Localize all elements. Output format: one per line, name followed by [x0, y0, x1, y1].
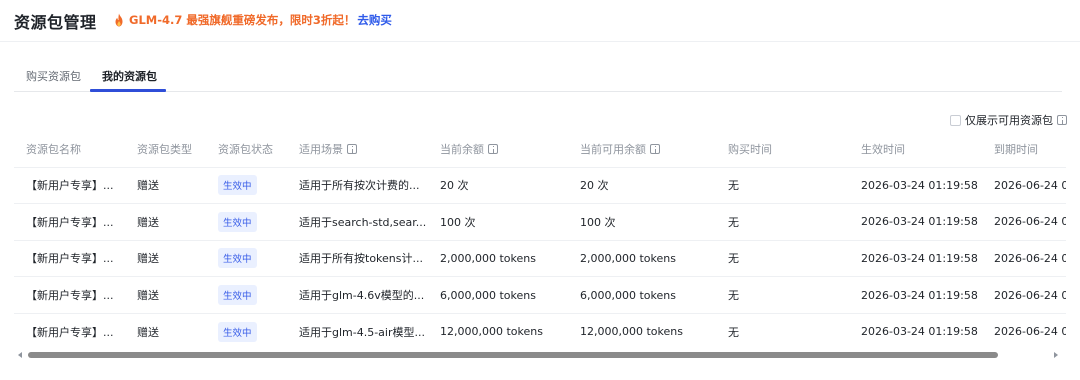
package-scene: 适用于所有按tokens计... — [287, 239, 428, 277]
package-table: 资源包名称 资源包类型 资源包状态 适用场景 当前余额 当前可用余额 购买时间 … — [14, 132, 1066, 348]
table-row[interactable]: 【新用户专享】... 赠送 生效中 适用于所有按tokens计... 2,000… — [14, 239, 1066, 277]
info-icon[interactable] — [347, 144, 357, 155]
status-badge: 生效中 — [218, 285, 257, 306]
tab-buy-packages[interactable]: 购买资源包 — [26, 68, 81, 84]
status-badge: 生效中 — [218, 211, 257, 232]
package-name[interactable]: 【新用户专享】... — [14, 203, 125, 241]
buy-link[interactable]: 去购买 — [357, 12, 392, 28]
expire-time: 2026-06-24 01:19:58 — [982, 276, 1066, 314]
package-balance: 6,000,000 tokens — [428, 276, 568, 314]
available-only-checkbox[interactable] — [950, 114, 961, 126]
package-type: 赠送 — [125, 276, 206, 314]
package-balance: 100 次 — [428, 203, 568, 241]
table-row[interactable]: 【新用户专享】... 赠送 生效中 适用于glm-4.6v模型的... 6,00… — [14, 276, 1066, 314]
tab-my-packages[interactable]: 我的资源包 — [102, 68, 157, 84]
package-scene: 适用于search-std,sear... — [287, 203, 428, 241]
tab-bar: 购买资源包 我的资源包 — [14, 58, 1062, 92]
info-icon[interactable] — [1057, 115, 1067, 125]
purchase-time: 无 — [716, 239, 849, 277]
scroll-left-arrow-icon[interactable] — [18, 352, 22, 358]
effective-time: 2026-03-24 01:19:58 — [849, 203, 982, 241]
column-header-purchase-time: 购买时间 — [728, 143, 772, 157]
column-header-status: 资源包状态 — [218, 143, 273, 157]
package-type: 赠送 — [125, 312, 206, 348]
expire-time: 2026-06-24 01:19:58 — [982, 312, 1066, 348]
scroll-right-arrow-icon[interactable] — [1054, 352, 1058, 358]
purchase-time: 无 — [716, 312, 849, 348]
scroll-thumb[interactable] — [28, 352, 998, 358]
package-name[interactable]: 【新用户专享】... — [14, 276, 125, 314]
page-header: 资源包管理 GLM-4.7 最强旗舰重磅发布，限时3折起！ 去购买 — [0, 0, 1080, 42]
expire-time: 2026-06-24 01:19:58 — [982, 166, 1066, 204]
package-available: 20 次 — [568, 166, 716, 204]
purchase-time: 无 — [716, 276, 849, 314]
expire-time: 2026-06-24 01:19:58 — [982, 203, 1066, 241]
effective-time: 2026-03-24 01:19:58 — [849, 312, 982, 348]
package-name[interactable]: 【新用户专享】... — [14, 312, 125, 348]
column-header-name: 资源包名称 — [26, 143, 81, 157]
status-badge: 生效中 — [218, 321, 257, 342]
column-header-expire-time: 到期时间 — [994, 143, 1038, 157]
available-only-label: 仅展示可用资源包 — [965, 114, 1053, 127]
effective-time: 2026-03-24 01:19:58 — [849, 166, 982, 204]
package-scene: 适用于glm-4.6v模型的... — [287, 276, 428, 314]
package-available: 6,000,000 tokens — [568, 276, 716, 314]
promo-text: GLM-4.7 最强旗舰重磅发布，限时3折起！ — [129, 13, 356, 27]
expire-time: 2026-06-24 01:19:58 — [982, 239, 1066, 277]
package-name[interactable]: 【新用户专享】... — [14, 239, 125, 277]
available-only-filter[interactable]: 仅展示可用资源包 — [950, 112, 1067, 128]
package-scene: 适用于所有按次计费的... — [287, 166, 428, 204]
package-balance: 2,000,000 tokens — [428, 239, 568, 277]
effective-time: 2026-03-24 01:19:58 — [849, 239, 982, 277]
horizontal-scrollbar[interactable] — [14, 349, 1066, 361]
purchase-time: 无 — [716, 166, 849, 204]
column-header-balance: 当前余额 — [428, 132, 568, 167]
table-header-row: 资源包名称 资源包类型 资源包状态 适用场景 当前余额 当前可用余额 购买时间 … — [14, 132, 1066, 167]
table-row[interactable]: 【新用户专享】... 赠送 生效中 适用于所有按次计费的... 20 次 20 … — [14, 166, 1066, 204]
package-balance: 20 次 — [428, 166, 568, 204]
column-header-scene: 适用场景 — [287, 132, 428, 167]
column-header-type: 资源包类型 — [137, 143, 192, 157]
scroll-track[interactable] — [28, 352, 1048, 358]
package-scene: 适用于glm-4.5-air模型... — [287, 312, 428, 348]
package-available: 2,000,000 tokens — [568, 239, 716, 277]
table-row[interactable]: 【新用户专享】... 赠送 生效中 适用于search-std,sear... … — [14, 203, 1066, 241]
package-type: 赠送 — [125, 203, 206, 241]
info-icon[interactable] — [650, 144, 660, 155]
info-icon[interactable] — [488, 144, 498, 155]
page-title: 资源包管理 — [14, 13, 97, 32]
column-header-effective-time: 生效时间 — [861, 143, 905, 157]
package-name[interactable]: 【新用户专享】... — [14, 166, 125, 204]
fire-icon — [115, 13, 123, 27]
column-header-available: 当前可用余额 — [568, 132, 716, 167]
table-row[interactable]: 【新用户专享】... 赠送 生效中 适用于glm-4.5-air模型... 12… — [14, 312, 1066, 348]
status-badge: 生效中 — [218, 175, 257, 196]
package-type: 赠送 — [125, 166, 206, 204]
package-available: 12,000,000 tokens — [568, 312, 716, 348]
package-balance: 12,000,000 tokens — [428, 312, 568, 348]
purchase-time: 无 — [716, 203, 849, 241]
promo-banner: GLM-4.7 最强旗舰重磅发布，限时3折起！ 去购买 — [113, 12, 392, 28]
status-badge: 生效中 — [218, 248, 257, 269]
active-tab-indicator — [90, 89, 166, 92]
package-type: 赠送 — [125, 239, 206, 277]
effective-time: 2026-03-24 01:19:58 — [849, 276, 982, 314]
package-available: 100 次 — [568, 203, 716, 241]
package-table-container: 资源包名称 资源包类型 资源包状态 适用场景 当前余额 当前可用余额 购买时间 … — [14, 132, 1066, 348]
